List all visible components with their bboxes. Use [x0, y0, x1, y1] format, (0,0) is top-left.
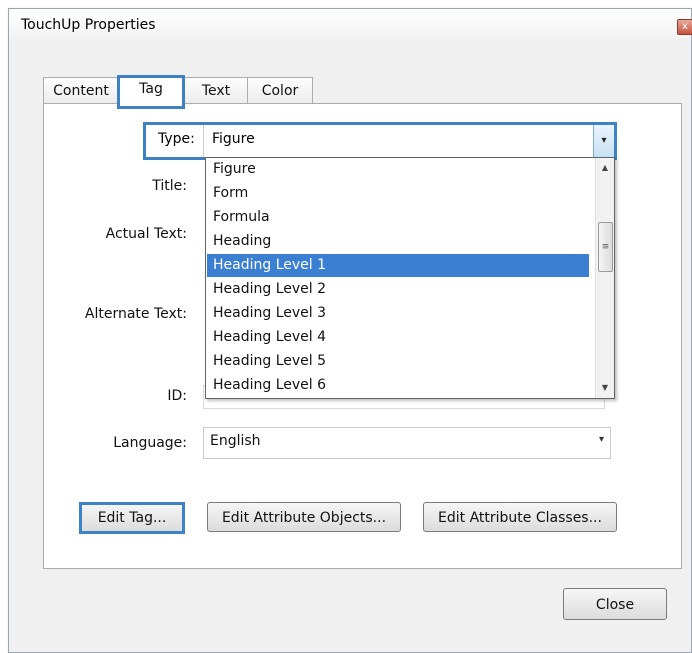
tab-text[interactable]: Text — [183, 77, 249, 104]
language-value: English — [210, 433, 261, 449]
list-item[interactable]: Figure — [207, 158, 589, 181]
scroll-thumb[interactable]: ≡ — [598, 222, 613, 272]
language-label: Language: — [113, 435, 187, 451]
type-value: Figure — [212, 131, 255, 147]
touchup-properties-dialog: TouchUp Properties x Content Tag Text Co… — [8, 8, 692, 653]
tab-content[interactable]: Content — [43, 77, 119, 104]
close-button[interactable]: Close — [563, 588, 667, 620]
edit-attribute-objects-button[interactable]: Edit Attribute Objects... — [207, 502, 401, 532]
close-window-icon[interactable]: x — [677, 19, 692, 35]
title-label: Title: — [152, 178, 187, 194]
list-item[interactable]: Heading Level 5 — [207, 350, 589, 373]
list-item[interactable]: Heading — [207, 230, 589, 253]
chevron-down-icon[interactable]: ▾ — [593, 125, 614, 157]
list-item-selected[interactable]: Heading Level 1 — [207, 254, 589, 277]
type-select[interactable]: Type: Figure ▾ — [143, 122, 617, 160]
scroll-up-icon[interactable]: ▲ — [596, 160, 614, 176]
list-item[interactable]: Heading Level 2 — [207, 278, 589, 301]
list-item[interactable]: Formula — [207, 206, 589, 229]
tab-tag[interactable]: Tag — [117, 75, 185, 109]
list-item[interactable]: Heading Level 6 — [207, 374, 589, 397]
list-item[interactable]: Heading Level 4 — [207, 326, 589, 349]
window-title: TouchUp Properties — [21, 17, 156, 33]
list-item[interactable]: Heading Level 3 — [207, 302, 589, 325]
edit-attribute-classes-button[interactable]: Edit Attribute Classes... — [423, 502, 617, 532]
actual-text-label: Actual Text: — [105, 226, 187, 242]
language-select[interactable]: English ▾ — [203, 427, 611, 459]
title-bar: TouchUp Properties x — [9, 9, 692, 39]
type-label: Type: — [158, 131, 195, 147]
edit-tag-button[interactable]: Edit Tag... — [79, 502, 185, 534]
list-item[interactable]: Form — [207, 182, 589, 205]
id-label: ID: — [167, 388, 187, 404]
alternate-text-label: Alternate Text: — [84, 306, 187, 322]
tab-color[interactable]: Color — [247, 77, 313, 104]
chevron-down-icon: ▾ — [598, 434, 604, 445]
type-separator — [203, 125, 204, 157]
scroll-down-icon[interactable]: ▼ — [596, 380, 614, 396]
dropdown-scrollbar[interactable]: ▲ ≡ ▼ — [595, 158, 614, 398]
type-dropdown-list[interactable]: Figure Form Formula Heading Heading Leve… — [205, 157, 615, 399]
